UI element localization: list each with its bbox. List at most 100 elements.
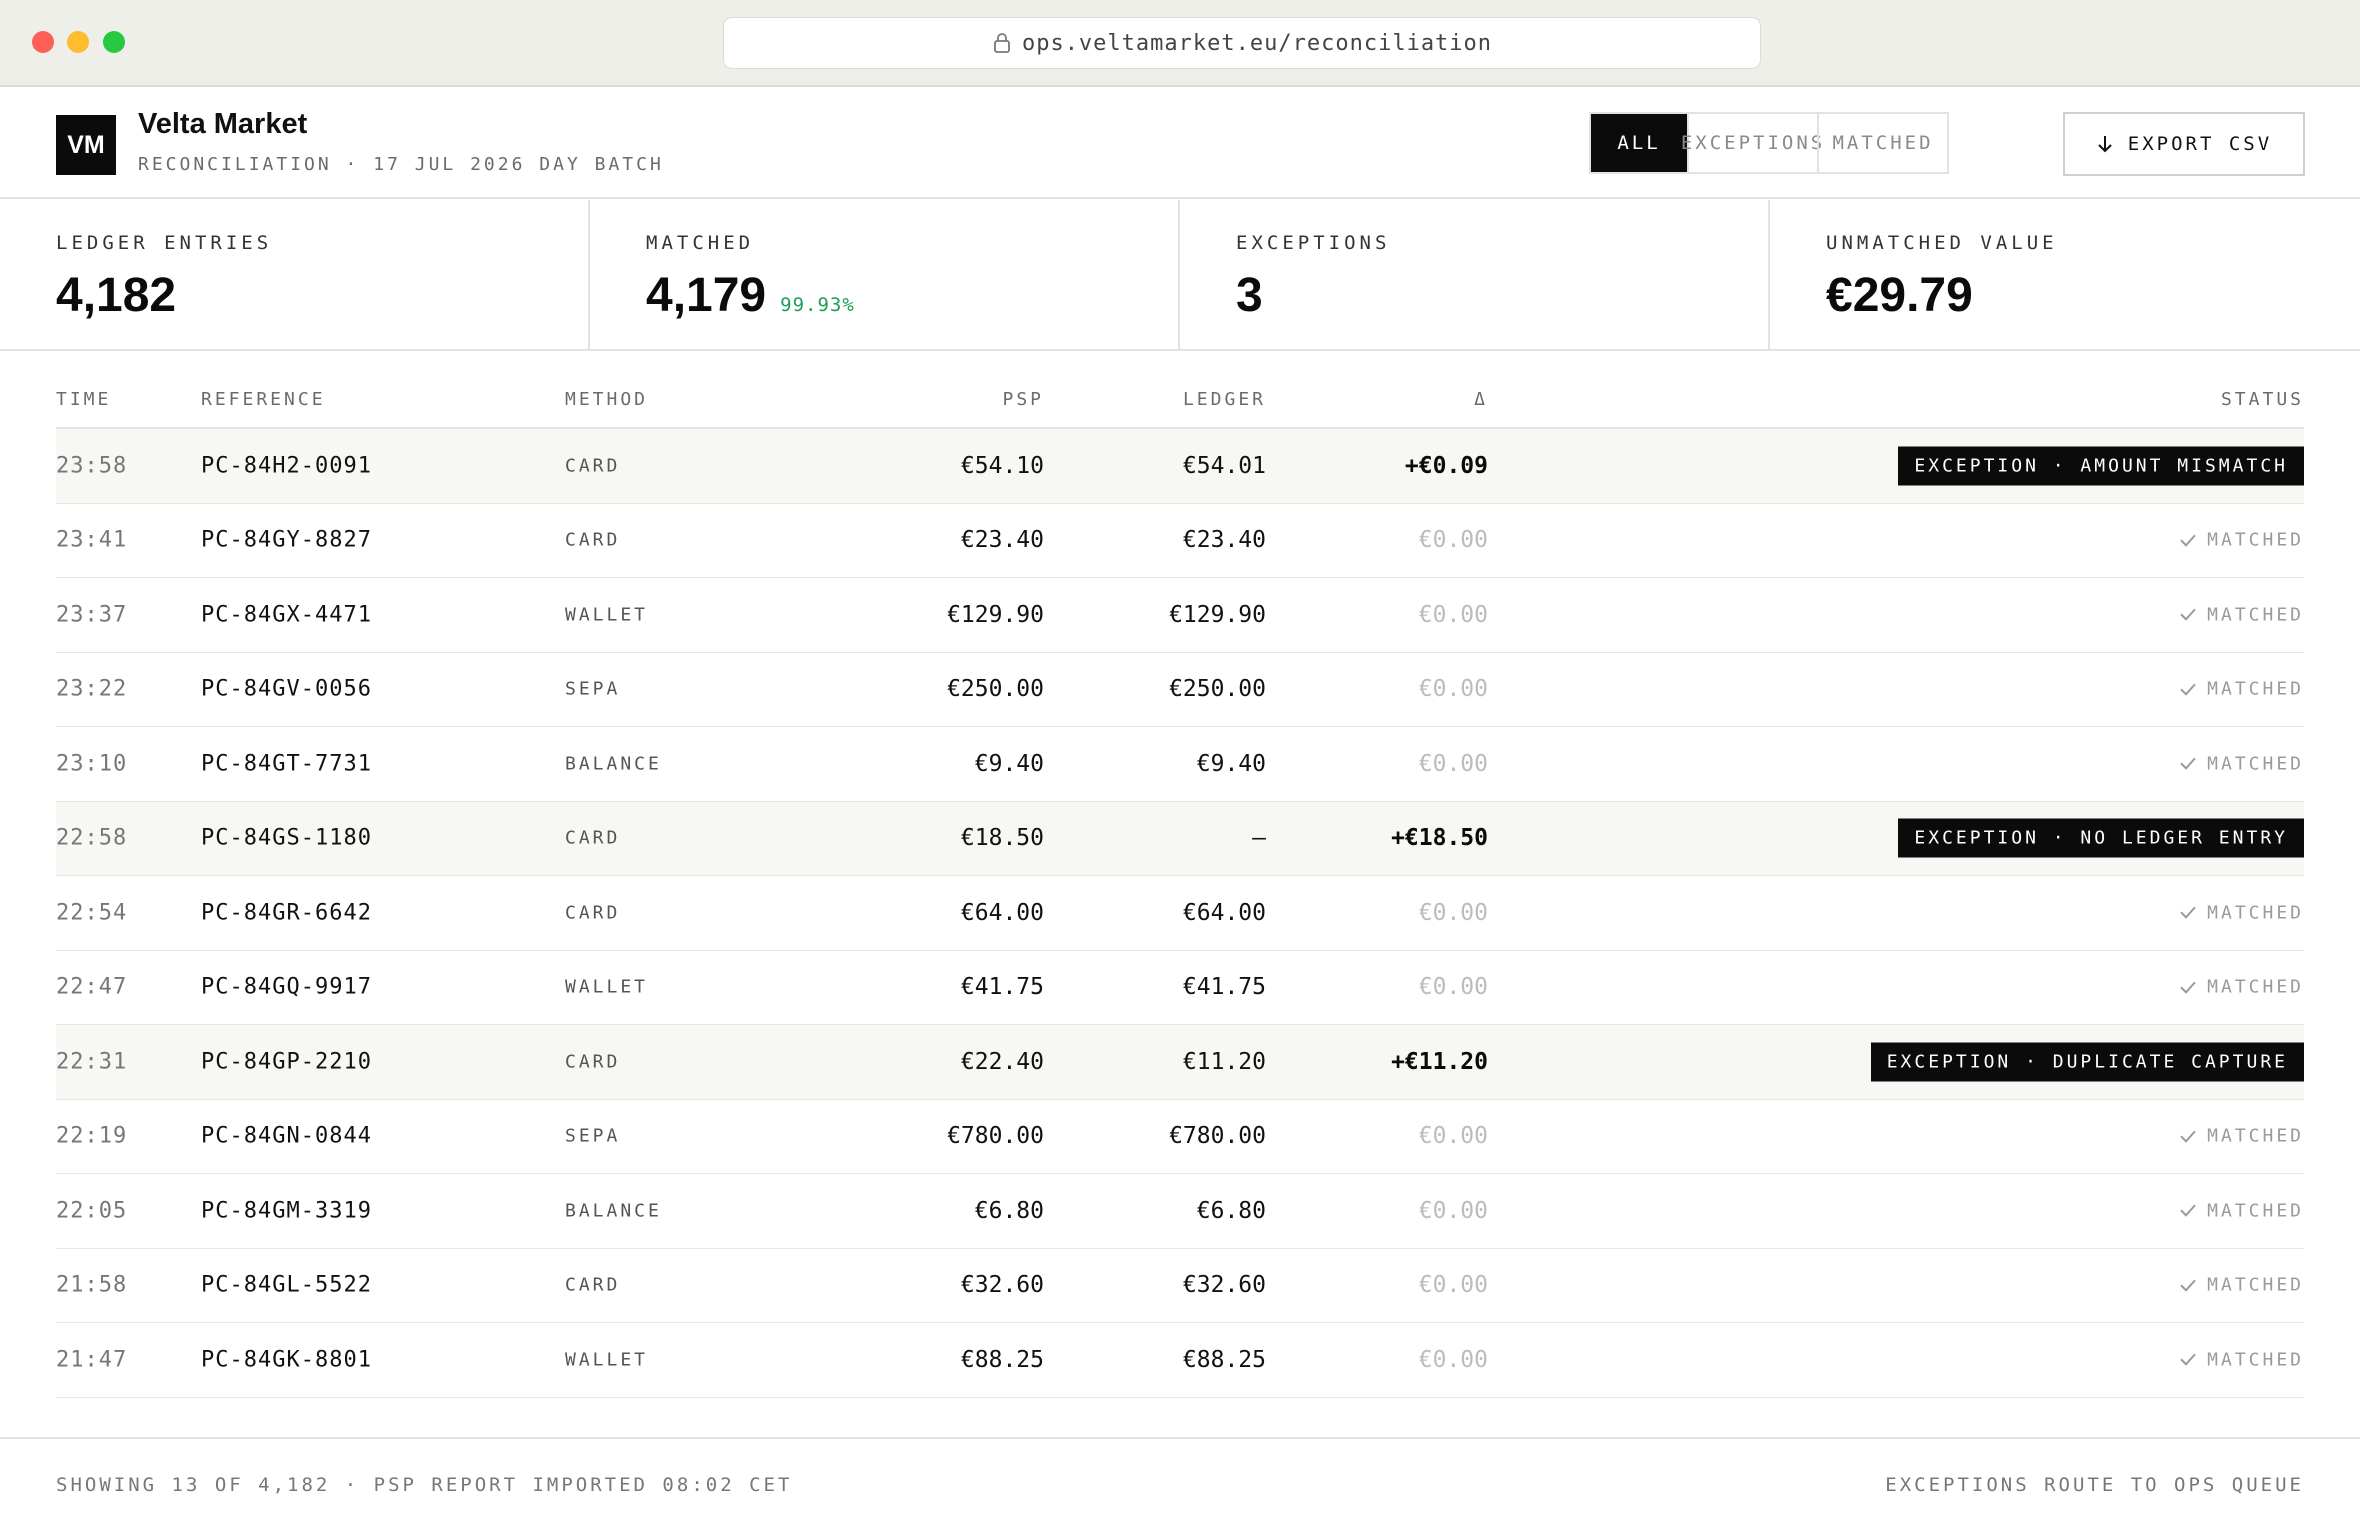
check-icon: [2180, 981, 2196, 994]
cell-status: MATCHED: [2179, 1349, 2304, 1371]
export-csv-button[interactable]: EXPORT CSV: [2063, 112, 2305, 176]
cell-delta: €0.00: [1418, 527, 1488, 554]
cell-status: MATCHED: [2179, 977, 2304, 999]
table-row[interactable]: 22:58 PC-84GS-1180 CARD €18.50 — +€18.50 EXCEP…: [56, 801, 2304, 876]
app-header: VM Velta Market RECONCILIATION · 17 JUL …: [0, 88, 2360, 199]
cell-method: CARD: [565, 455, 621, 477]
cell-delta: €0.00: [1418, 676, 1488, 703]
cell-reference[interactable]: PC-84GP-2210: [201, 1049, 372, 1074]
matched-status: MATCHED: [2179, 1126, 2304, 1147]
cell-time: 23:58: [56, 453, 128, 479]
cell-ledger-amount: €54.01: [1182, 452, 1266, 479]
arrow-down-icon: [2098, 136, 2112, 153]
cell-status: MATCHED: [2179, 902, 2304, 924]
cell-reference[interactable]: PC-84GS-1180: [201, 826, 372, 851]
table-row[interactable]: 23:37 PC-84GX-4471 WALLET €129.90 €129.90 €0.…: [56, 578, 2304, 653]
cell-ledger-amount: €6.80: [1196, 1197, 1266, 1224]
table-row[interactable]: 21:47 PC-84GK-8801 WALLET €88.25 €88.25 €0.00…: [56, 1323, 2304, 1398]
cell-method: SEPA: [565, 678, 621, 700]
cell-ledger-amount: €11.20: [1182, 1048, 1266, 1075]
check-icon: [2180, 1353, 2196, 1366]
matched-label: MATCHED: [2207, 1274, 2304, 1296]
filter-exceptions-button[interactable]: EXCEPTIONS: [1681, 114, 1822, 172]
address-bar[interactable]: ops.veltamarket.eu/reconciliation: [723, 17, 1761, 69]
cell-method: SEPA: [565, 1125, 621, 1147]
cell-reference[interactable]: PC-84GL-5522: [201, 1273, 372, 1298]
exception-badge[interactable]: EXCEPTION · NO LEDGER ENTRY: [1898, 818, 2304, 858]
table-body: 23:58 PC-84H2-0091 CARD €54.10 €54.01 +€0.09 E…: [56, 429, 2304, 1398]
lock-icon: [994, 33, 1010, 53]
matched-status: MATCHED: [2179, 902, 2304, 923]
cell-reference[interactable]: PC-84GM-3319: [201, 1198, 372, 1223]
table-row[interactable]: 21:58 PC-84GL-5522 CARD €32.60 €32.60 €0.00 MA…: [56, 1249, 2304, 1323]
matched-status: MATCHED: [2179, 679, 2304, 700]
cell-reference[interactable]: PC-84H2-0091: [201, 453, 372, 478]
cell-ledger-amount: €129.90: [1169, 601, 1266, 628]
table-row[interactable]: 23:10 PC-84GT-7731 BALANCE €9.40 €9.40 €0.00 M…: [56, 727, 2304, 802]
cell-status: MATCHED: [2179, 1200, 2304, 1222]
matched-status: MATCHED: [2179, 753, 2304, 774]
column-header-delta[interactable]: Δ: [1474, 389, 1488, 410]
table-row[interactable]: 23:58 PC-84H2-0091 CARD €54.10 €54.01 +€0.09 E…: [56, 429, 2304, 504]
exception-badge[interactable]: EXCEPTION · DUPLICATE CAPTURE: [1870, 1042, 2304, 1082]
exception-badge[interactable]: EXCEPTION · AMOUNT MISMATCH: [1898, 446, 2304, 486]
stat-number: €29.79: [1826, 269, 1973, 322]
cell-reference[interactable]: PC-84GV-0056: [201, 677, 372, 702]
matched-status: MATCHED: [2179, 977, 2304, 998]
cell-time: 23:37: [56, 602, 128, 628]
window-minimize-button[interactable]: [67, 31, 89, 53]
stat-value: 4,179 99.93%: [646, 268, 855, 323]
cell-time: 21:58: [56, 1272, 128, 1298]
cell-reference[interactable]: PC-84GY-8827: [201, 528, 372, 553]
table-row[interactable]: 23:41 PC-84GY-8827 CARD €23.40 €23.40 €0.00 MA…: [56, 504, 2304, 578]
cell-psp-amount: €129.90: [947, 601, 1044, 628]
column-header-reference[interactable]: REFERENCE: [201, 389, 326, 410]
cell-time: 22:31: [56, 1049, 128, 1075]
cell-status: MATCHED: [2179, 604, 2304, 626]
filter-all-button[interactable]: ALL: [1591, 114, 1687, 172]
table-header: TIME REFERENCE METHOD PSP LEDGER Δ STATU…: [56, 372, 2304, 429]
table-row[interactable]: 23:22 PC-84GV-0056 SEPA €250.00 €250.00 €0.00…: [56, 653, 2304, 727]
routing-note: EXCEPTIONS ROUTE TO OPS QUEUE: [1885, 1474, 2304, 1496]
window-maximize-button[interactable]: [103, 31, 125, 53]
cell-reference[interactable]: PC-84GK-8801: [201, 1347, 372, 1372]
table-row[interactable]: 22:31 PC-84GP-2210 CARD €22.40 €11.20 +€11.20…: [56, 1025, 2304, 1100]
reconciliation-table: TIME REFERENCE METHOD PSP LEDGER Δ STATU…: [56, 372, 2304, 1398]
matched-label: MATCHED: [2207, 678, 2304, 700]
cell-method: BALANCE: [565, 753, 662, 775]
cell-reference[interactable]: PC-84GR-6642: [201, 900, 372, 925]
stat-number: 4,182: [56, 269, 177, 322]
matched-status: MATCHED: [2179, 1200, 2304, 1221]
column-header-status[interactable]: STATUS: [2221, 389, 2304, 410]
matched-status: MATCHED: [2179, 604, 2304, 625]
cell-reference[interactable]: PC-84GN-0844: [201, 1124, 372, 1149]
filter-matched-button[interactable]: MATCHED: [1817, 114, 1947, 172]
cell-time: 23:10: [56, 751, 128, 777]
cell-ledger-amount: —: [1252, 825, 1266, 852]
cell-reference[interactable]: PC-84GX-4471: [201, 602, 372, 627]
cell-method: BALANCE: [565, 1200, 662, 1222]
table-row[interactable]: 22:54 PC-84GR-6642 CARD €64.00 €64.00 €0.00 MA…: [56, 876, 2304, 951]
check-icon: [2180, 1279, 2196, 1292]
table-row[interactable]: 22:05 PC-84GM-3319 BALANCE €6.80 €6.80 €0.00 M…: [56, 1174, 2304, 1249]
cell-method: CARD: [565, 1274, 621, 1296]
check-icon: [2180, 608, 2196, 621]
check-icon: [2180, 906, 2196, 919]
window-close-button[interactable]: [32, 31, 54, 53]
table-row[interactable]: 22:47 PC-84GQ-9917 WALLET €41.75 €41.75 €0.00…: [56, 951, 2304, 1025]
column-header-method[interactable]: METHOD: [565, 389, 648, 410]
column-header-psp[interactable]: PSP: [1002, 389, 1044, 410]
cell-psp-amount: €32.60: [960, 1272, 1044, 1299]
cell-reference[interactable]: PC-84GQ-9917: [201, 975, 372, 1000]
column-header-time[interactable]: TIME: [56, 389, 111, 410]
table-row[interactable]: 22:19 PC-84GN-0844 SEPA €780.00 €780.00 €0.00…: [56, 1100, 2304, 1174]
check-icon: [2180, 757, 2196, 770]
cell-method: CARD: [565, 902, 621, 924]
cell-delta: €0.00: [1418, 601, 1488, 628]
column-header-ledger[interactable]: LEDGER: [1183, 389, 1266, 410]
cell-reference[interactable]: PC-84GT-7731: [201, 751, 372, 776]
cell-method: CARD: [565, 529, 621, 551]
table-footer: SHOWING 13 OF 4,182 · PSP REPORT IMPORTE…: [0, 1437, 2360, 1528]
cell-method: CARD: [565, 827, 621, 849]
cell-psp-amount: €64.00: [960, 899, 1044, 926]
